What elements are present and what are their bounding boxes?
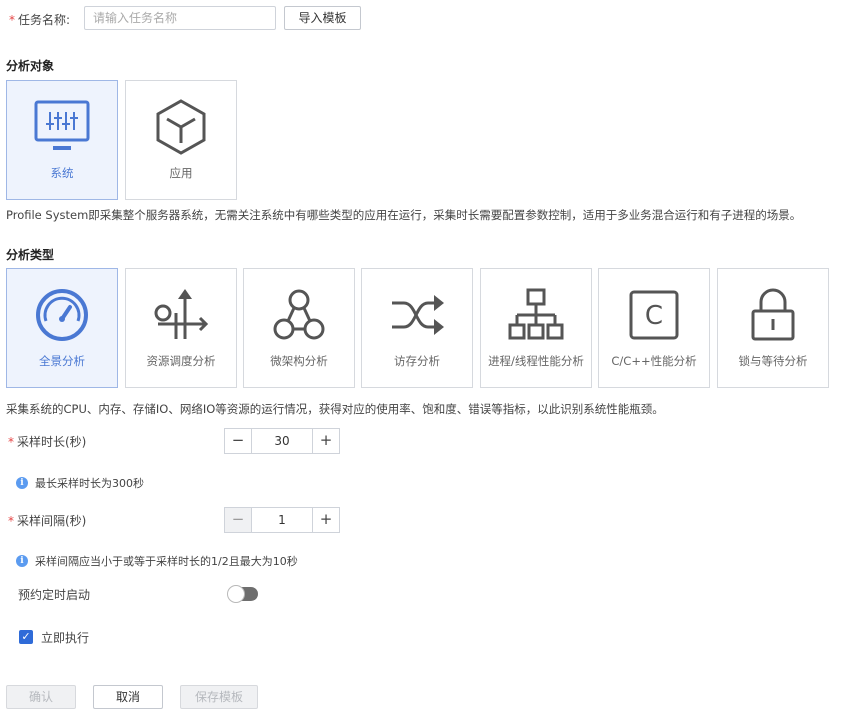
type-card-panorama[interactable]: 全景分析 <box>6 268 118 388</box>
import-template-button[interactable]: 导入模板 <box>284 6 361 30</box>
target-card-label: 系统 <box>50 166 74 180</box>
c-letter-icon: C <box>599 285 709 345</box>
interval-decrement-button[interactable]: − <box>225 508 251 532</box>
confirm-button[interactable]: 确认 <box>6 685 76 709</box>
resource-schedule-icon <box>126 285 236 345</box>
analysis-target-title: 分析对象 <box>6 59 55 73</box>
target-description: Profile System即采集整个服务器系统，无需关注系统中有哪些类型的应用… <box>6 208 802 222</box>
type-card-label: 资源调度分析 <box>146 354 216 368</box>
schedule-label: 预约定时启动 <box>18 588 91 602</box>
type-card-label: 全景分析 <box>39 354 85 368</box>
interval-increment-button[interactable]: + <box>313 508 339 532</box>
gauge-icon <box>7 285 117 345</box>
duration-value[interactable]: 30 <box>251 429 313 453</box>
duration-hint-text: 最长采样时长为300秒 <box>35 477 144 490</box>
microarch-nodes-icon <box>244 285 354 345</box>
type-card-memory-access[interactable]: 访存分析 <box>361 268 473 388</box>
task-name-placeholder: 请输入任务名称 <box>93 11 178 25</box>
info-icon: i <box>16 477 28 489</box>
task-name-row: * 任务名称: <box>9 11 70 28</box>
task-name-label: 任务名称: <box>18 13 71 27</box>
svg-text:C: C <box>645 301 663 331</box>
interval-hint-text: 采样间隔应当小于或等于采样时长的1/2且最大为10秒 <box>35 555 298 568</box>
target-card-application[interactable]: 应用 <box>125 80 237 200</box>
immediate-checkbox[interactable]: ✓ <box>19 630 33 644</box>
interval-value[interactable]: 1 <box>251 508 313 532</box>
interval-row: * 采样间隔(秒) <box>8 512 86 529</box>
lock-icon <box>718 285 828 345</box>
type-card-microarch[interactable]: 微架构分析 <box>243 268 355 388</box>
interval-stepper[interactable]: − 1 + <box>224 507 340 533</box>
duration-hint: i 最长采样时长为300秒 <box>16 475 144 491</box>
interval-hint: i 采样间隔应当小于或等于采样时长的1/2且最大为10秒 <box>16 553 298 569</box>
process-tree-icon <box>481 285 591 345</box>
duration-row: * 采样时长(秒) <box>8 433 86 450</box>
type-card-lock-wait[interactable]: 锁与等待分析 <box>717 268 829 388</box>
type-card-label: 进程/线程性能分析 <box>488 354 584 368</box>
type-card-resource-schedule[interactable]: 资源调度分析 <box>125 268 237 388</box>
type-card-cpp[interactable]: C C/C++性能分析 <box>598 268 710 388</box>
type-card-label: C/C++性能分析 <box>611 354 697 368</box>
type-card-label: 锁与等待分析 <box>738 354 808 368</box>
interval-label: 采样间隔(秒) <box>17 514 87 528</box>
target-card-label: 应用 <box>169 166 193 180</box>
duration-stepper[interactable]: − 30 + <box>224 428 340 454</box>
type-description: 采集系统的CPU、内存、存储IO、网络IO等资源的运行情况，获得对应的使用率、饱… <box>6 402 664 416</box>
toggle-knob <box>227 585 245 603</box>
schedule-toggle[interactable] <box>227 585 258 603</box>
type-card-process-thread[interactable]: 进程/线程性能分析 <box>480 268 592 388</box>
monitor-sliders-icon <box>7 97 117 157</box>
hexagon-cube-icon <box>126 97 236 157</box>
analysis-type-title: 分析类型 <box>6 248 55 262</box>
required-marker: * <box>9 13 15 27</box>
info-icon: i <box>16 555 28 567</box>
target-card-system[interactable]: 系统 <box>6 80 118 200</box>
immediate-label: 立即执行 <box>41 631 90 645</box>
save-template-button[interactable]: 保存模板 <box>180 685 258 709</box>
type-card-label: 微架构分析 <box>270 354 328 368</box>
required-marker: * <box>8 514 14 528</box>
cancel-button[interactable]: 取消 <box>93 685 163 709</box>
duration-label: 采样时长(秒) <box>17 435 87 449</box>
required-marker: * <box>8 435 14 449</box>
task-name-input[interactable]: 请输入任务名称 <box>84 6 276 30</box>
type-card-label: 访存分析 <box>394 354 440 368</box>
duration-decrement-button[interactable]: − <box>225 429 251 453</box>
shuffle-arrows-icon <box>362 285 472 345</box>
duration-increment-button[interactable]: + <box>313 429 339 453</box>
